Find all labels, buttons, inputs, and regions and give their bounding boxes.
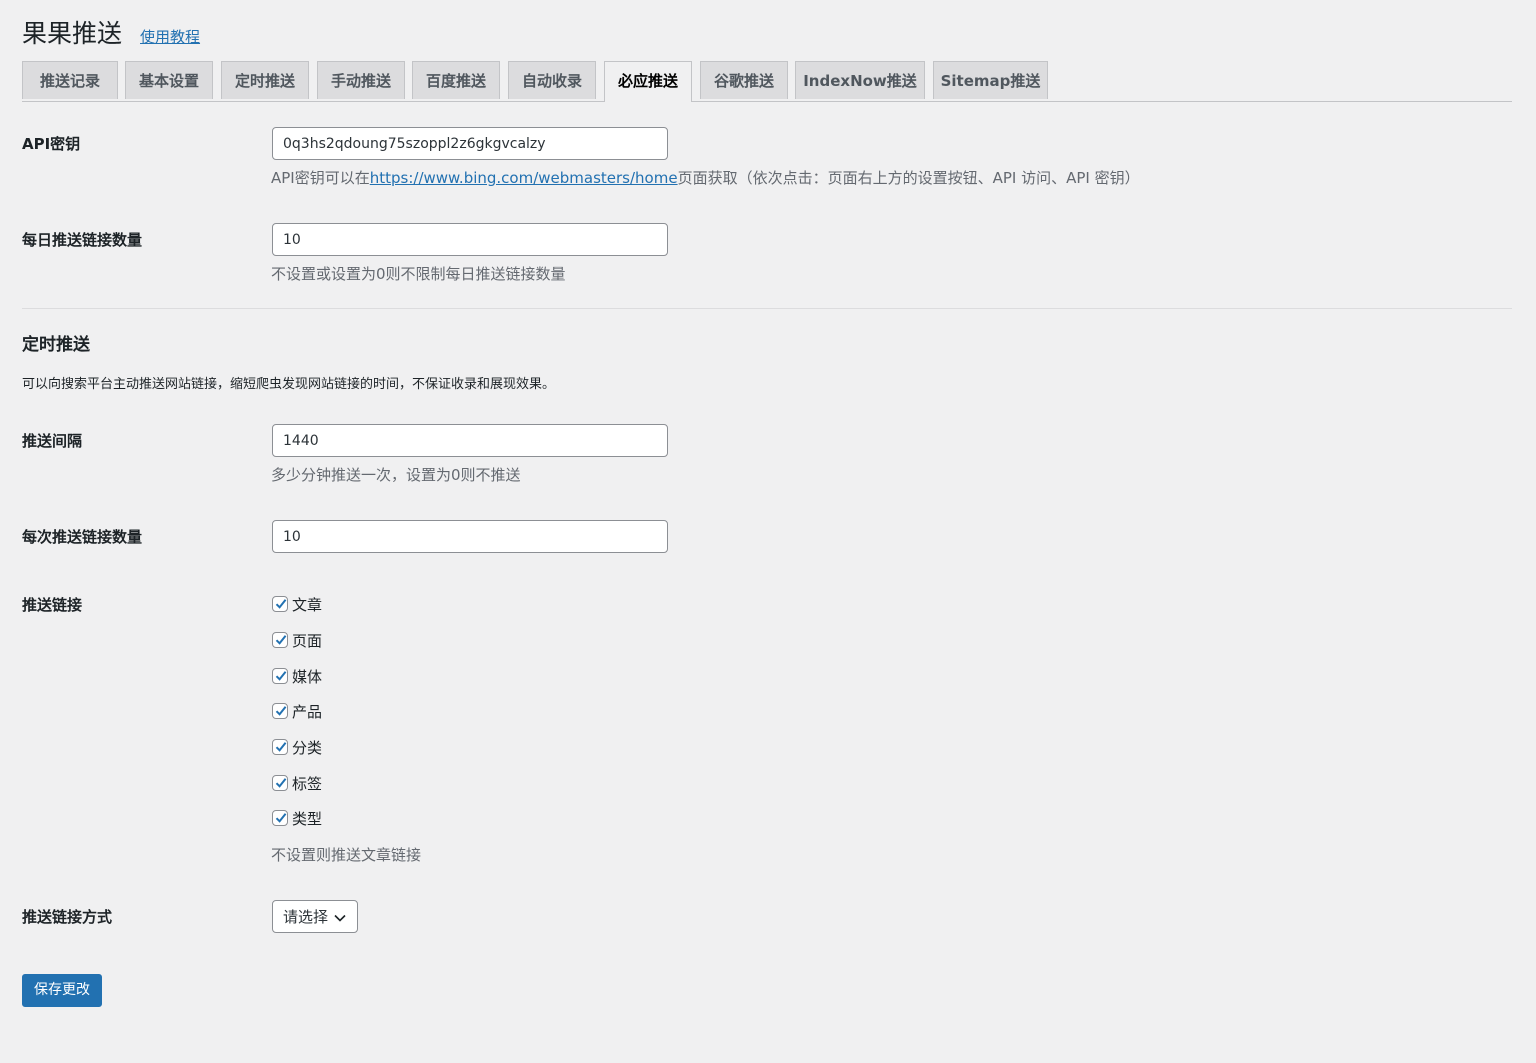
checkbox-tag[interactable] [272, 775, 288, 791]
checkmark-icon [275, 742, 287, 752]
tab-bar: 推送记录 基本设置 定时推送 手动推送 百度推送 自动收录 必应推送 谷歌推送 … [22, 61, 1512, 102]
tab-baidu-push[interactable]: 百度推送 [412, 61, 500, 99]
tab-manual-push[interactable]: 手动推送 [317, 61, 405, 99]
checkmark-icon [275, 778, 287, 788]
checkbox-label: 标签 [292, 774, 323, 793]
checkbox-row-type: 类型 [272, 807, 322, 829]
checkbox-label: 分类 [292, 738, 323, 757]
checkbox-post[interactable] [272, 596, 288, 612]
section-description: 可以向搜索平台主动推送网站链接，缩短爬虫发现网站链接的时间，不保证收录和展现效果… [22, 377, 556, 392]
per-push-input[interactable] [272, 520, 668, 553]
checkbox-row-page: 页面 [272, 629, 322, 651]
chevron-down-icon [334, 908, 346, 926]
checkmark-icon [275, 599, 287, 609]
checkmark-icon [275, 635, 287, 645]
checkbox-page[interactable] [272, 632, 288, 648]
checkbox-row-post: 文章 [272, 593, 322, 615]
checkbox-label: 页面 [292, 631, 323, 650]
interval-description: 多少分钟推送一次，设置为0则不推送 [271, 466, 521, 484]
checkbox-label: 类型 [292, 809, 323, 828]
checkbox-product[interactable] [272, 703, 288, 719]
checkbox-label: 产品 [292, 702, 323, 721]
save-changes-button[interactable]: 保存更改 [22, 974, 102, 1007]
tutorial-link[interactable]: 使用教程 [140, 26, 200, 47]
select-value: 请选择 [283, 908, 329, 926]
checkbox-media[interactable] [272, 668, 288, 684]
section-title: 定时推送 [22, 335, 90, 355]
interval-label: 推送间隔 [22, 432, 83, 450]
checkmark-icon [275, 706, 287, 716]
tab-bing-push[interactable]: 必应推送 [604, 61, 692, 102]
checkbox-row-tag: 标签 [272, 772, 322, 794]
title-row: 果果推送 使用教程 [22, 14, 200, 50]
interval-input[interactable] [272, 424, 668, 457]
link-types-description: 不设置则推送文章链接 [271, 846, 422, 864]
section-divider [22, 308, 1512, 309]
checkbox-row-media: 媒体 [272, 665, 322, 687]
tab-google-push[interactable]: 谷歌推送 [700, 61, 788, 99]
api-key-desc-suffix: 页面获取（依次点击：页面右上方的设置按钮、API 访问、API 密钥） [677, 169, 1140, 187]
api-key-description: API密钥可以在https://www.bing.com/webmasters/… [271, 167, 1140, 188]
bing-webmasters-link[interactable]: https://www.bing.com/webmasters/home [370, 169, 678, 187]
checkbox-row-product: 产品 [272, 700, 322, 722]
tab-sitemap-push[interactable]: Sitemap推送 [933, 61, 1048, 99]
checkbox-label: 文章 [292, 595, 323, 614]
api-key-desc-prefix: API密钥可以在 [271, 169, 370, 187]
daily-limit-description: 不设置或设置为0则不限制每日推送链接数量 [271, 265, 566, 283]
page-title: 果果推送 [22, 19, 123, 48]
tab-scheduled-push[interactable]: 定时推送 [221, 61, 309, 99]
daily-limit-label: 每日推送链接数量 [22, 231, 143, 249]
tab-push-log[interactable]: 推送记录 [22, 61, 118, 99]
per-push-label: 每次推送链接数量 [22, 528, 143, 546]
tab-auto-index[interactable]: 自动收录 [508, 61, 596, 99]
link-types-label: 推送链接 [22, 596, 83, 614]
tab-basic-settings[interactable]: 基本设置 [125, 61, 213, 99]
checkbox-row-category: 分类 [272, 736, 322, 758]
checkbox-category[interactable] [272, 739, 288, 755]
checkbox-label: 媒体 [292, 667, 323, 686]
api-key-label: API密钥 [22, 135, 81, 153]
checkmark-icon [275, 671, 287, 681]
push-method-select[interactable]: 请选择 [272, 900, 358, 933]
push-method-label: 推送链接方式 [22, 908, 113, 926]
daily-limit-input[interactable] [272, 223, 668, 256]
api-key-input[interactable] [272, 127, 668, 160]
checkbox-type[interactable] [272, 810, 288, 826]
tab-indexnow-push[interactable]: IndexNow推送 [795, 61, 925, 99]
checkmark-icon [275, 813, 287, 823]
